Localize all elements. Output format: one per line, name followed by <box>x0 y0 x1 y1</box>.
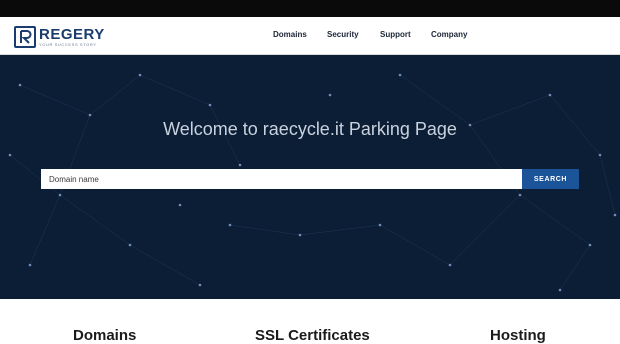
top-bar <box>0 0 620 17</box>
nav-item-security[interactable]: Security <box>327 30 359 39</box>
nav-item-company[interactable]: Company <box>431 30 467 39</box>
site-header: REGERY your success story Domains Securi… <box>0 17 620 55</box>
section-title-hosting: Hosting <box>490 327 546 344</box>
domain-search-input[interactable] <box>41 169 522 189</box>
section-title-ssl: SSL Certificates <box>255 327 370 344</box>
nav-item-domains[interactable]: Domains <box>273 30 307 39</box>
main-nav: Domains Security Support Company <box>0 17 620 55</box>
section-title-domains: Domains <box>73 327 137 344</box>
search-button[interactable]: SEARCH <box>522 169 579 189</box>
hero-section: Welcome to raecycle.it Parking Page SEAR… <box>0 55 620 299</box>
page-title: Welcome to raecycle.it Parking Page <box>163 119 457 139</box>
nav-item-support[interactable]: Support <box>380 30 411 39</box>
